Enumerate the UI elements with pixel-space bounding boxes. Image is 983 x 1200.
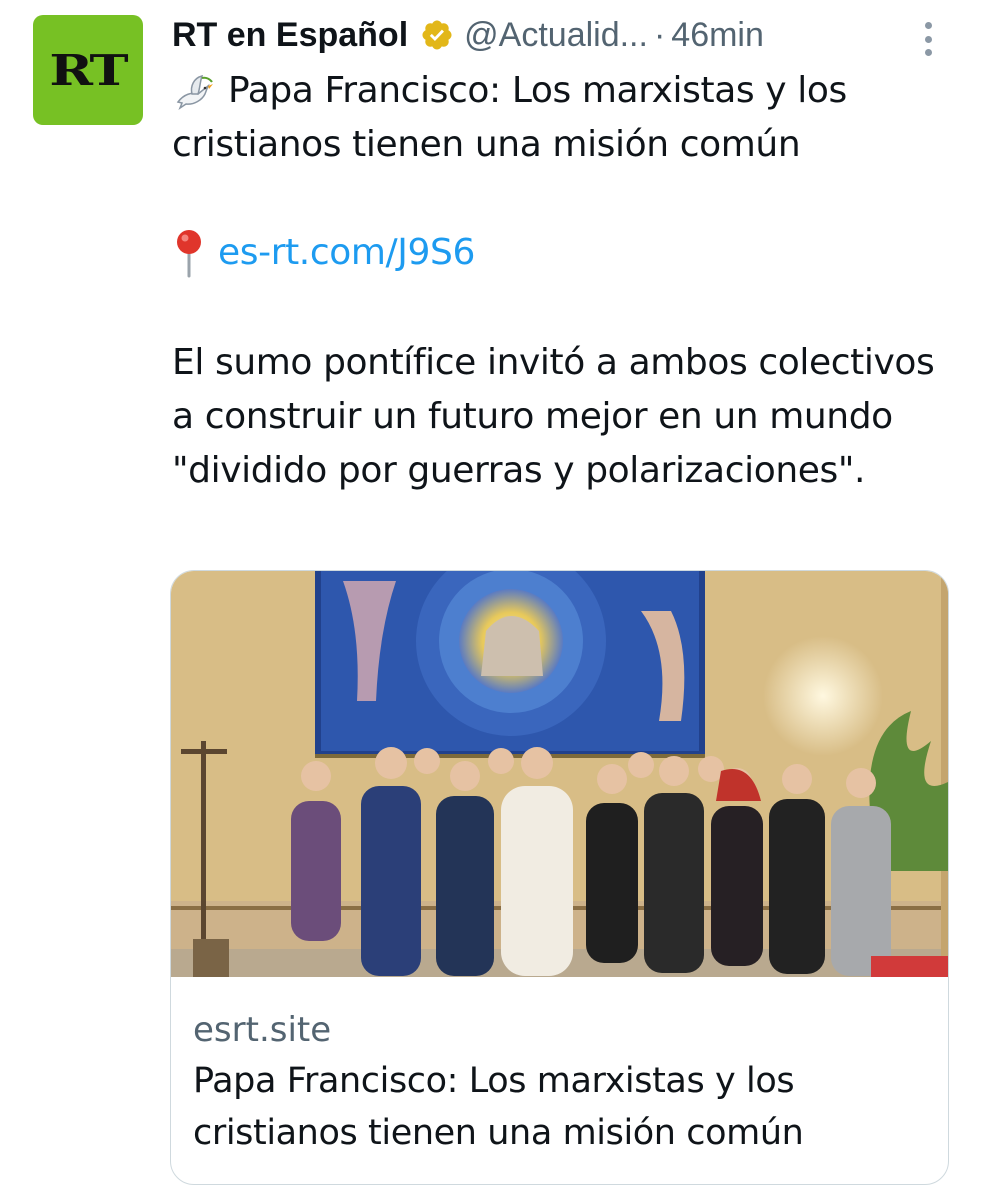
avatar-logo-text: RT (49, 45, 129, 95)
tweet-description: El sumo pontífice invitó a ambos colecti… (172, 342, 935, 491)
pin-icon (172, 228, 206, 278)
avatar[interactable]: RT (33, 15, 143, 125)
tweet-headline-text: Papa Francisco: Los marxistas y los cris… (172, 70, 847, 165)
article-photo[interactable] (171, 571, 949, 977)
tweet[interactable]: RT RT en Español @Actualid... · 46min Pa… (0, 0, 983, 1200)
tweet-header: RT en Español @Actualid... · 46min (172, 12, 952, 58)
tweet-headline: Papa Francisco: Los marxistas y los cris… (172, 64, 952, 172)
author-name[interactable]: RT en Español (172, 16, 408, 55)
tweet-link-line: es-rt.com/J9S6 (172, 226, 952, 280)
more-options-icon[interactable] (917, 22, 939, 56)
tweet-timestamp[interactable]: 46min (671, 16, 764, 55)
card-domain: esrt.site (193, 1010, 332, 1050)
header-separator: · (653, 15, 666, 54)
link-preview-card[interactable]: esrt.site Papa Francisco: Los marxistas … (170, 570, 949, 1185)
verified-badge-icon (420, 18, 454, 52)
card-meta: esrt.site Papa Francisco: Los marxistas … (193, 1005, 933, 1159)
author-handle[interactable]: @Actualid... (464, 16, 648, 55)
card-title: Papa Francisco: Los marxistas y los cris… (193, 1061, 804, 1153)
dove-icon (172, 72, 216, 112)
tweet-link[interactable]: es-rt.com/J9S6 (218, 226, 475, 280)
